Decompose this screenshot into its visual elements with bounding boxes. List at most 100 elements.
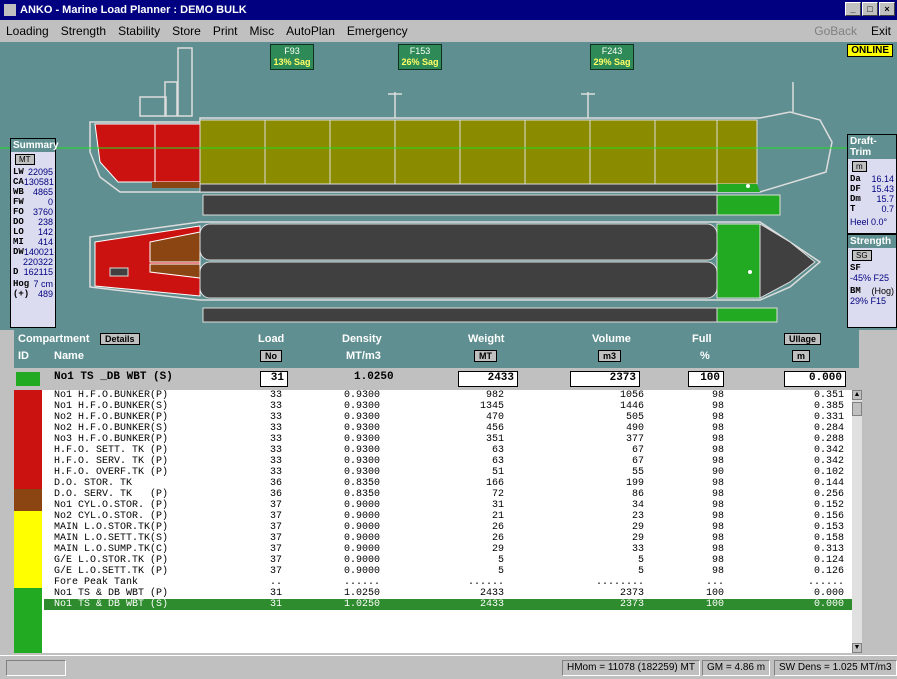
draft-unit-button[interactable]: m <box>852 161 867 172</box>
hmom-status: HMom = 11078 (182259) MT <box>562 660 700 676</box>
gm-status: GM = 4.86 m <box>702 660 771 676</box>
strength-unit-button[interactable]: SG <box>852 250 872 261</box>
volume-header: Volume <box>592 333 631 345</box>
table-row[interactable]: D.O. STOR. TK 36 0.8350 166 199 98 0.144 <box>44 478 852 489</box>
title-bar: ANKO - Marine Load Planner : DEMO BULK _… <box>0 0 897 20</box>
menu-stability[interactable]: Stability <box>118 24 160 38</box>
row-weight: 51 <box>491 467 504 478</box>
draft-value: 16.14 <box>871 174 894 184</box>
row-volume: 2373 <box>619 588 644 599</box>
row-weight: 470 <box>485 412 504 423</box>
table-row[interactable]: H.F.O. OVERF.TK (P) 33 0.9300 51 55 90 0.102 <box>44 467 852 478</box>
scroll-up-arrow[interactable]: ▲ <box>852 390 862 400</box>
menu-loading[interactable]: Loading <box>6 24 49 38</box>
row-load: 31 <box>270 599 283 610</box>
sag-value: 26% Sag <box>401 57 439 67</box>
row-name: No2 H.F.O.BUNKER(S) <box>54 423 169 434</box>
row-density: ...... <box>344 577 381 588</box>
menu-strength[interactable]: Strength <box>61 24 106 38</box>
table-row[interactable]: H.F.O. SERV. TK (P) 33 0.9300 63 67 98 0.342 <box>44 456 852 467</box>
exit-button[interactable]: Exit <box>871 24 891 38</box>
row-name: H.F.O. SETT. TK (P) <box>54 445 169 456</box>
row-load: 33 <box>270 390 283 401</box>
summary-label: LW <box>13 167 24 177</box>
table-row[interactable]: G/E L.O.SETT.TK (P) 37 0.9000 5 5 98 0.126 <box>44 566 852 577</box>
table-row[interactable]: MAIN L.O.STOR.TK(P) 37 0.9000 26 29 98 0.153 <box>44 522 852 533</box>
ullage-button[interactable]: Ullage <box>784 333 822 345</box>
details-button[interactable]: Details <box>100 333 140 345</box>
ship-diagram <box>0 47 897 323</box>
row-load: 37 <box>270 533 283 544</box>
table-row[interactable]: No2 H.F.O.BUNKER(P) 33 0.9300 470 505 98 0.331 <box>44 412 852 423</box>
menu-print[interactable]: Print <box>213 24 238 38</box>
table-row[interactable]: D.O. SERV. TK (P) 36 0.8350 72 86 98 0.256 <box>44 489 852 500</box>
row-name: MAIN L.O.SETT.TK(S) <box>54 533 169 544</box>
table-row[interactable]: MAIN L.O.SETT.TK(S) 37 0.9000 26 29 98 0.158 <box>44 533 852 544</box>
draft-trim-title: Draft-Trim <box>848 135 896 159</box>
selected-ullage-input[interactable]: 0.000 <box>784 371 846 387</box>
row-name: MAIN L.O.SUMP.TK(C) <box>54 544 169 555</box>
summary-label: FW <box>13 197 24 207</box>
volume-unit-button[interactable]: m3 <box>598 350 622 362</box>
row-load: 36 <box>270 478 283 489</box>
minimize-button[interactable]: _ <box>845 2 861 16</box>
table-row[interactable]: No1 H.F.O.BUNKER(S) 33 0.9300 1345 1446 98 0.3… <box>44 401 852 412</box>
table-row[interactable]: No1 CYL.O.STOR. (P) 37 0.9000 31 34 98 0.152 <box>44 500 852 511</box>
row-volume: 67 <box>631 445 644 456</box>
row-density: 0.8350 <box>344 489 381 500</box>
table-row[interactable]: No2 CYL.O.STOR. (P) 37 0.9000 21 23 98 0.156 <box>44 511 852 522</box>
row-name: D.O. STOR. TK <box>54 478 133 489</box>
row-weight: 31 <box>491 500 504 511</box>
table-row[interactable]: No1 H.F.O.BUNKER(P) 33 0.9300 982 1056 98 0.35… <box>44 390 852 401</box>
table-row[interactable]: No3 H.F.O.BUNKER(P) 33 0.9300 351 377 98 0.288 <box>44 434 852 445</box>
weight-unit-button[interactable]: MT <box>474 350 497 362</box>
row-volume: 86 <box>631 489 644 500</box>
table-row[interactable]: No1 TS & DB WBT (S) 31 1.0250 2433 2373 100 0.… <box>44 599 852 610</box>
table-row[interactable]: G/E L.O.STOR.TK (P) 37 0.9000 5 5 98 0.124 <box>44 555 852 566</box>
row-weight: 5 <box>497 566 504 577</box>
table-row[interactable]: Fore Peak Tank..........................… <box>44 577 852 588</box>
row-ullage: ...... <box>807 577 844 588</box>
tank-color-column <box>14 390 42 653</box>
goback-button[interactable]: GoBack <box>814 24 857 38</box>
close-button[interactable]: × <box>879 2 895 16</box>
row-full: 98 <box>711 522 724 533</box>
row-full: 98 <box>711 566 724 577</box>
summary-row: LW 22095 <box>11 167 55 177</box>
selected-volume-input[interactable]: 2373 <box>570 371 640 387</box>
row-ullage: 0.284 <box>813 423 844 434</box>
menu-emergency[interactable]: Emergency <box>347 24 408 38</box>
summary-unit-button[interactable]: MT <box>15 154 35 165</box>
row-weight: ...... <box>467 577 504 588</box>
scroll-down-arrow[interactable]: ▼ <box>852 643 862 653</box>
row-volume: 377 <box>625 434 644 445</box>
load-unit-button[interactable]: No <box>260 350 282 362</box>
selected-load-input[interactable]: 31 <box>260 371 288 387</box>
row-ullage: 0.102 <box>813 467 844 478</box>
table-row[interactable]: MAIN L.O.SUMP.TK(C) 37 0.9000 29 33 98 0.313 <box>44 544 852 555</box>
table-row[interactable]: No1 TS & DB WBT (P) 31 1.0250 2433 2373 100 0.… <box>44 588 852 599</box>
row-volume: 55 <box>631 467 644 478</box>
row-full: 98 <box>711 544 724 555</box>
row-load: 33 <box>270 467 283 478</box>
row-load: 36 <box>270 489 283 500</box>
row-name: No2 CYL.O.STOR. (P) <box>54 511 169 522</box>
row-full: 98 <box>711 533 724 544</box>
sf-value: -45% F25 <box>850 273 890 283</box>
table-row[interactable]: No2 H.F.O.BUNKER(S) 33 0.9300 456 490 98 0.284 <box>44 423 852 434</box>
selected-full-input[interactable]: 100 <box>688 371 724 387</box>
menu-misc[interactable]: Misc <box>250 24 275 38</box>
menu-store[interactable]: Store <box>172 24 201 38</box>
row-ullage: 0.124 <box>813 555 844 566</box>
selected-weight-input[interactable]: 2433 <box>458 371 518 387</box>
scroll-thumb[interactable] <box>852 402 862 416</box>
row-name: No1 TS & DB WBT (P) <box>54 588 169 599</box>
summary-row: FW 0 <box>11 197 55 207</box>
table-row[interactable]: H.F.O. SETT. TK (P) 33 0.9300 63 67 98 0.342 <box>44 445 852 456</box>
load-header: Load <box>258 333 285 345</box>
list-scrollbar[interactable]: ▲ ▼ <box>852 390 862 653</box>
maximize-button[interactable]: □ <box>862 2 878 16</box>
summary-value: 238 <box>37 217 53 227</box>
menu-autoplan[interactable]: AutoPlan <box>286 24 335 38</box>
ullage-unit-button[interactable]: m <box>792 350 811 362</box>
